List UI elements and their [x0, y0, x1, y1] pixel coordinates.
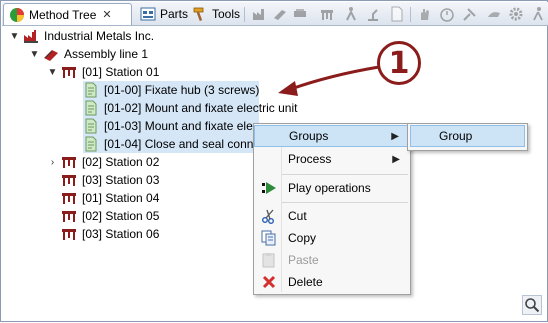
station-icon[interactable] [319, 6, 335, 22]
tab-label: Tools [212, 7, 241, 21]
tree-item-label: [02] Station 02 [82, 155, 160, 169]
tree-item-label: Industrial Metals Inc. [44, 29, 155, 43]
gear-icon[interactable] [508, 6, 524, 22]
tree-item-label: [01-03] Mount and fixate ele [104, 119, 253, 133]
tree-item-label: [03] Station 03 [82, 173, 160, 187]
tab-parts[interactable]: Parts [135, 4, 193, 24]
tree-item-assembly-line[interactable]: ▼ Assembly line 1 [29, 45, 150, 63]
method-tree-icon [10, 7, 24, 22]
factory-icon [24, 30, 38, 43]
context-menu: Groups ▶ Process ▶ Play operations Cut C… [253, 123, 411, 295]
expand-toggle[interactable]: ▼ [29, 49, 40, 60]
menu-item-label: Groups [289, 129, 329, 143]
tree-item-station[interactable]: ▼ [01] Station 01 [47, 63, 161, 81]
station-icon [62, 211, 76, 222]
parts-icon [140, 7, 156, 21]
tree-item-label: [02] Station 05 [82, 209, 160, 223]
tree-item-label: [01] Station 04 [82, 191, 160, 205]
menu-item-label: Play operations [288, 181, 371, 195]
menu-item-delete[interactable]: Delete [254, 271, 410, 293]
tree-item-label: Assembly line 1 [64, 47, 149, 61]
operation-icon [85, 118, 97, 134]
menu-item-label: Cut [288, 209, 307, 223]
scissors-icon [262, 209, 274, 224]
menu-item-play-operations[interactable]: Play operations [254, 177, 410, 199]
submenu-arrow-icon: ▶ [392, 153, 400, 165]
menu-item-paste[interactable]: Paste [254, 249, 410, 271]
tree-item-station[interactable]: › [02] Station 02 [47, 153, 161, 171]
menu-item-group[interactable]: Group [410, 125, 525, 147]
tree-item-label: [01-04] Close and seal conn [104, 137, 254, 151]
tab-bar: Method Tree ✕ Parts Tools [2, 2, 548, 26]
tree-item-station[interactable]: [01] Station 04 [58, 189, 161, 207]
tab-label: Method Tree [29, 7, 97, 22]
assembly-line-icon[interactable] [272, 6, 288, 22]
expand-toggle[interactable]: ▼ [47, 67, 58, 78]
tree-item-station[interactable]: [02] Station 05 [58, 207, 161, 225]
menu-item-groups[interactable]: Groups ▶ [254, 125, 410, 147]
paste-icon [262, 253, 275, 268]
tab-label: Parts [160, 7, 189, 21]
hand-icon[interactable] [417, 6, 433, 22]
tab-tools[interactable]: Tools [187, 4, 245, 24]
operation-icon [85, 136, 97, 152]
method-tree-panel: Method Tree ✕ Parts Tools ▼ Industrial M… [0, 0, 548, 322]
worker-icon[interactable] [343, 6, 359, 22]
menu-item-label: Group [439, 129, 473, 143]
menu-item-copy[interactable]: Copy [254, 227, 410, 249]
menu-separator [282, 174, 408, 175]
expand-toggle[interactable]: ▼ [9, 31, 20, 42]
zoom-button[interactable] [522, 295, 542, 315]
callout-number: 1 [377, 41, 421, 85]
toolbar-separator [244, 7, 245, 22]
tree-item-station[interactable]: [03] Station 03 [58, 171, 161, 189]
station-icon [62, 175, 76, 186]
copy-icon [261, 230, 276, 246]
play-operations-icon [262, 182, 276, 194]
toolbar-separator [410, 7, 411, 22]
tree-item-operation[interactable]: [01-03] Mount and fixate ele [80, 117, 255, 135]
menu-separator [282, 202, 408, 203]
submenu-arrow-icon: ▶ [391, 130, 399, 142]
tree-item-operation[interactable]: [01-04] Close and seal conn [80, 135, 255, 153]
factory-icon[interactable] [252, 6, 268, 22]
menu-item-label: Process [288, 152, 332, 166]
menu-item-process[interactable]: Process ▶ [254, 148, 410, 170]
station-icon [62, 229, 76, 240]
timer-icon[interactable] [439, 6, 455, 22]
tree-item-company[interactable]: ▼ Industrial Metals Inc. [9, 27, 156, 45]
tree-item-station[interactable]: [03] Station 06 [58, 225, 161, 243]
document-icon[interactable] [389, 6, 405, 22]
magnifier-icon [525, 298, 540, 313]
delete-icon [262, 275, 276, 289]
menu-item-label: Paste [288, 253, 319, 267]
operation-icon [85, 100, 97, 116]
tree-item-label: [01] Station 01 [82, 65, 160, 79]
walk-icon[interactable] [530, 6, 546, 22]
menu-item-label: Delete [288, 275, 323, 289]
operation-icon [85, 82, 97, 98]
hammer-icon [193, 7, 204, 22]
station-icon [62, 193, 76, 204]
tree-item-label: [03] Station 06 [82, 227, 160, 241]
assembly-line-icon [44, 50, 58, 61]
station-icon [62, 157, 76, 168]
menu-item-cut[interactable]: Cut [254, 205, 410, 227]
tree-item-operation[interactable]: [01-02] Mount and fixate electric unit [80, 99, 299, 117]
station-icon [62, 67, 76, 78]
tree-item-label: [01-02] Mount and fixate electric unit [104, 101, 298, 115]
pick-icon[interactable] [462, 6, 478, 22]
groups-submenu: Group [407, 123, 528, 151]
expand-toggle[interactable]: › [47, 157, 58, 168]
close-icon[interactable]: ✕ [102, 8, 111, 21]
tree-item-operation[interactable]: [01-00] Fixate hub (3 screws) [80, 81, 261, 99]
menu-item-label: Copy [288, 231, 317, 245]
transport-icon[interactable] [486, 6, 502, 22]
robot-icon[interactable] [365, 6, 381, 22]
tab-method-tree[interactable]: Method Tree ✕ [3, 3, 132, 25]
pallet-icon[interactable] [292, 6, 308, 22]
tree-item-label: [01-00] Fixate hub (3 screws) [104, 83, 260, 97]
